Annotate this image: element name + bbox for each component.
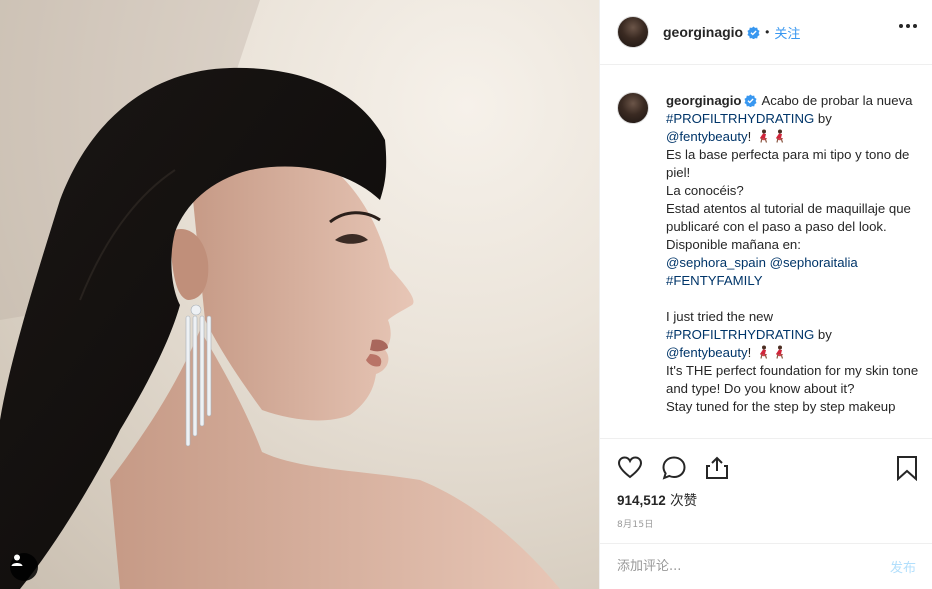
avatar[interactable] bbox=[617, 16, 649, 48]
caption-line: @sephora_spain @sephoraitalia bbox=[666, 254, 921, 272]
verified-badge-icon bbox=[747, 25, 760, 39]
likes-number: 914,512 bbox=[617, 493, 666, 508]
caption-line: La conocéis? bbox=[666, 182, 921, 200]
caption-line: @fentybeauty! bbox=[666, 128, 921, 146]
caption-line: It's THE perfect foundation for my skin … bbox=[666, 362, 921, 398]
more-horizontal-icon[interactable] bbox=[899, 24, 917, 28]
follow-button[interactable]: 关注 bbox=[774, 23, 800, 42]
caption-text-span: I just tried the new bbox=[666, 309, 774, 324]
caption-line: Estad atentos al tutorial de maquillaje … bbox=[666, 200, 921, 236]
likes-count[interactable]: 914,512 次赞 bbox=[617, 489, 697, 509]
caption-text-span: ! bbox=[747, 345, 755, 360]
comment-icon[interactable] bbox=[661, 455, 687, 481]
caption-text-span: Estad atentos al tutorial de maquillaje … bbox=[666, 201, 915, 234]
dancer-emoji-icon bbox=[755, 129, 787, 144]
header-username[interactable]: georginagio bbox=[663, 24, 743, 40]
mention-link[interactable]: @sephoraitalia bbox=[770, 255, 858, 270]
likes-suffix: 次赞 bbox=[665, 493, 698, 509]
verified-badge-icon bbox=[744, 94, 758, 108]
mention-link[interactable]: @sephora_spain bbox=[666, 255, 766, 270]
action-bar bbox=[600, 438, 932, 496]
caption-text-span: It's THE perfect foundation for my skin … bbox=[666, 363, 922, 396]
caption-line: Es la base perfecta para mi tipo y tono … bbox=[666, 146, 921, 182]
caption-text-span: Acabo de probar la nueva bbox=[761, 93, 917, 108]
caption-text-span: Disponible mañana en: bbox=[666, 237, 801, 252]
share-icon[interactable] bbox=[704, 455, 730, 481]
mention-link[interactable]: @fentybeauty bbox=[666, 345, 748, 360]
caption-text-span: by bbox=[814, 327, 832, 342]
caption-text-span: Stay tuned for the step by step makeup bbox=[666, 399, 896, 414]
post-comment-button[interactable]: 发布 bbox=[890, 557, 916, 576]
caption-line: @fentybeauty! bbox=[666, 344, 921, 362]
portrait-image bbox=[0, 0, 560, 589]
comment-input[interactable] bbox=[617, 559, 890, 574]
heart-icon[interactable] bbox=[617, 455, 643, 481]
tagged-user-icon[interactable] bbox=[10, 553, 38, 581]
caption-username[interactable]: georginagio bbox=[666, 93, 741, 108]
caption-text-span: Es la base perfecta para mi tipo y tono … bbox=[666, 147, 914, 180]
caption-line: Disponible mañana en: bbox=[666, 236, 921, 254]
caption-line: #FENTYFAMILY bbox=[666, 272, 921, 290]
caption-line: Stay tuned for the step by step makeup bbox=[666, 398, 921, 416]
post-photo[interactable] bbox=[0, 0, 599, 589]
hashtag-link[interactable]: #PROFILTRHYDRATING bbox=[666, 327, 814, 342]
hashtag-link[interactable]: #PROFILTRHYDRATING bbox=[666, 111, 814, 126]
post-header: georginagio • 关注 bbox=[600, 0, 932, 65]
caption-text-span: by bbox=[814, 111, 836, 126]
caption-line: georginagio Acabo de probar la nueva #PRO… bbox=[666, 92, 921, 128]
caption-avatar[interactable] bbox=[617, 92, 649, 124]
caption-text: georginagio Acabo de probar la nueva #PRO… bbox=[666, 92, 921, 438]
comment-box: 发布 bbox=[600, 543, 932, 589]
caption-line bbox=[666, 290, 921, 308]
separator-dot: • bbox=[765, 25, 770, 39]
mention-link[interactable]: @fentybeauty bbox=[666, 129, 748, 144]
hashtag-link[interactable]: #FENTYFAMILY bbox=[666, 273, 762, 288]
post-sidebar: georginagio • 关注 georginagio Acabo de pro… bbox=[599, 0, 932, 589]
caption-line: I just tried the new bbox=[666, 308, 921, 326]
caption-area: georginagio Acabo de probar la nueva #PRO… bbox=[600, 66, 932, 438]
dancer-emoji-icon bbox=[755, 345, 787, 360]
bookmark-icon[interactable] bbox=[894, 455, 920, 481]
caption-line: #PROFILTRHYDRATING by bbox=[666, 326, 921, 344]
post-date[interactable]: 8月15日 bbox=[617, 517, 654, 530]
caption-text-span bbox=[666, 291, 670, 306]
caption-text-span: La conocéis? bbox=[666, 183, 744, 198]
caption-text-span: ! bbox=[747, 129, 755, 144]
